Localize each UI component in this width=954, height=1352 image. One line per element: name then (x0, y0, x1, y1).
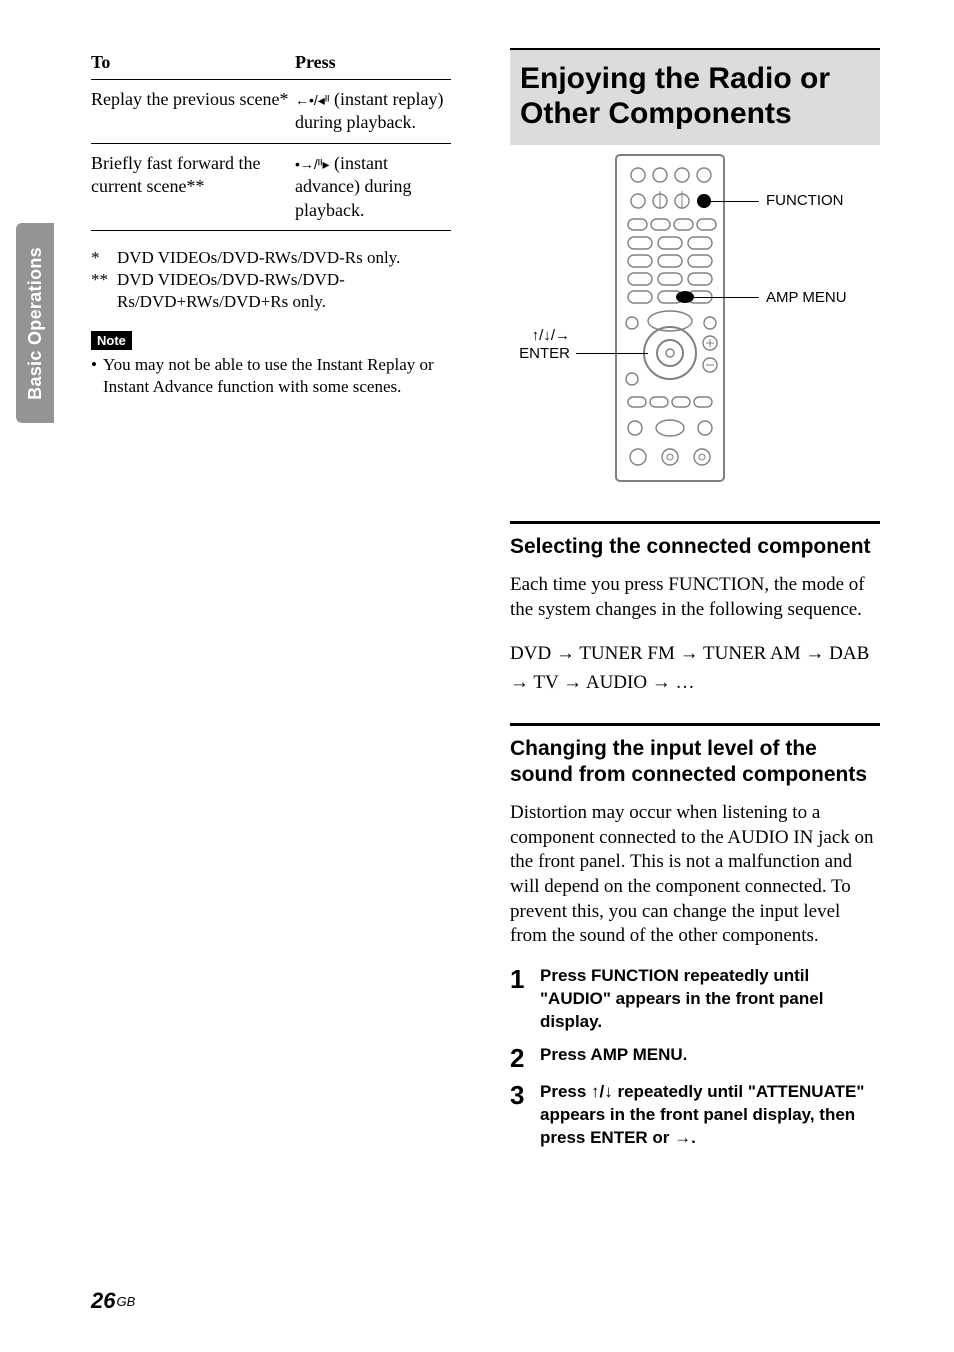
remote-icon (610, 153, 730, 483)
operations-table: To Press Replay the previous scene* ←•/◂… (91, 48, 451, 231)
right-column: Enjoying the Radio or Other Components (510, 48, 880, 1160)
label-amp-menu: AMP MENU (766, 289, 847, 306)
footnote: * DVD VIDEOs/DVD-RWs/DVD-Rs only. (91, 247, 451, 269)
label-arrows: ↑/↓/→ (520, 327, 570, 344)
footnote-text: DVD VIDEOs/DVD-RWs/DVD-Rs/DVD+RWs/DVD+Rs… (117, 269, 451, 313)
remote-diagram: FUNCTION AMP MENU ↑/↓/→ ENTER (510, 145, 880, 495)
section-heading: Changing the input level of the sound fr… (510, 736, 880, 786)
callout-line (694, 297, 759, 298)
step-item: 1Press FUNCTION repeatedly until "AUDIO"… (510, 965, 880, 1034)
table-row: Briefly fast forward the current scene**… (91, 143, 451, 230)
step-list: 1Press FUNCTION repeatedly until "AUDIO"… (510, 965, 880, 1150)
callout-line (711, 201, 759, 202)
button-glyph: ←•/◂ᴵᴵ (295, 92, 330, 108)
table-header-press: Press (289, 48, 451, 80)
button-glyph: •→/ᴵᴵ▸ (295, 156, 330, 172)
table-cell-press: ←•/◂ᴵᴵ (instant replay) during playback. (289, 80, 451, 144)
table-header-to: To (91, 48, 289, 80)
page-number-suffix: GB (116, 1294, 135, 1309)
section-heading: Selecting the connected component (510, 534, 880, 559)
label-enter: ENTER (516, 345, 570, 362)
step-item: 2Press AMP MENU. (510, 1044, 880, 1071)
section-divider (510, 521, 880, 524)
footnote-text: DVD VIDEOs/DVD-RWs/DVD-Rs only. (117, 247, 400, 269)
table-cell-to: Briefly fast forward the current scene** (91, 143, 289, 230)
section-tab-label: Basic Operations (25, 247, 46, 400)
step-number: 1 (510, 965, 540, 1034)
bullet: • (91, 354, 103, 398)
label-function: FUNCTION (766, 192, 844, 209)
left-column: To Press Replay the previous scene* ←•/◂… (91, 48, 451, 398)
section-tab: Basic Operations (16, 223, 54, 423)
table-row: Replay the previous scene* ←•/◂ᴵᴵ (insta… (91, 80, 451, 144)
note-text: You may not be able to use the Instant R… (103, 354, 451, 398)
footnote-mark: ** (91, 269, 117, 313)
page-number-value: 26 (91, 1288, 115, 1313)
table-cell-press: •→/ᴵᴵ▸ (instant advance) during playback… (289, 143, 451, 230)
step-text: Press FUNCTION repeatedly until "AUDIO" … (540, 965, 880, 1034)
body-paragraph: Each time you press FUNCTION, the mode o… (510, 573, 880, 622)
callout-line (576, 353, 648, 354)
footnotes: * DVD VIDEOs/DVD-RWs/DVD-Rs only. ** DVD… (91, 247, 451, 313)
step-item: 3Press ↑/↓ repeatedly until "ATTENUATE" … (510, 1081, 880, 1150)
step-text: Press ↑/↓ repeatedly until "ATTENUATE" a… (540, 1081, 880, 1150)
step-number: 2 (510, 1044, 540, 1071)
title-banner: Enjoying the Radio or Other Components (510, 48, 880, 145)
page-number: 26GB (91, 1288, 135, 1314)
note-item: • You may not be able to use the Instant… (91, 354, 451, 398)
mode-sequence: DVD → TUNER FM → TUNER AM → DAB → TV → A… (510, 639, 880, 698)
table-cell-to: Replay the previous scene* (91, 80, 289, 144)
note-label: Note (91, 331, 132, 350)
footnote-mark: * (91, 247, 117, 269)
body-paragraph: Distortion may occur when listening to a… (510, 801, 880, 949)
footnote: ** DVD VIDEOs/DVD-RWs/DVD-Rs/DVD+RWs/DVD… (91, 269, 451, 313)
page-title: Enjoying the Radio or Other Components (520, 62, 870, 131)
step-number: 3 (510, 1081, 540, 1150)
step-text: Press AMP MENU. (540, 1044, 687, 1071)
section-divider (510, 723, 880, 726)
